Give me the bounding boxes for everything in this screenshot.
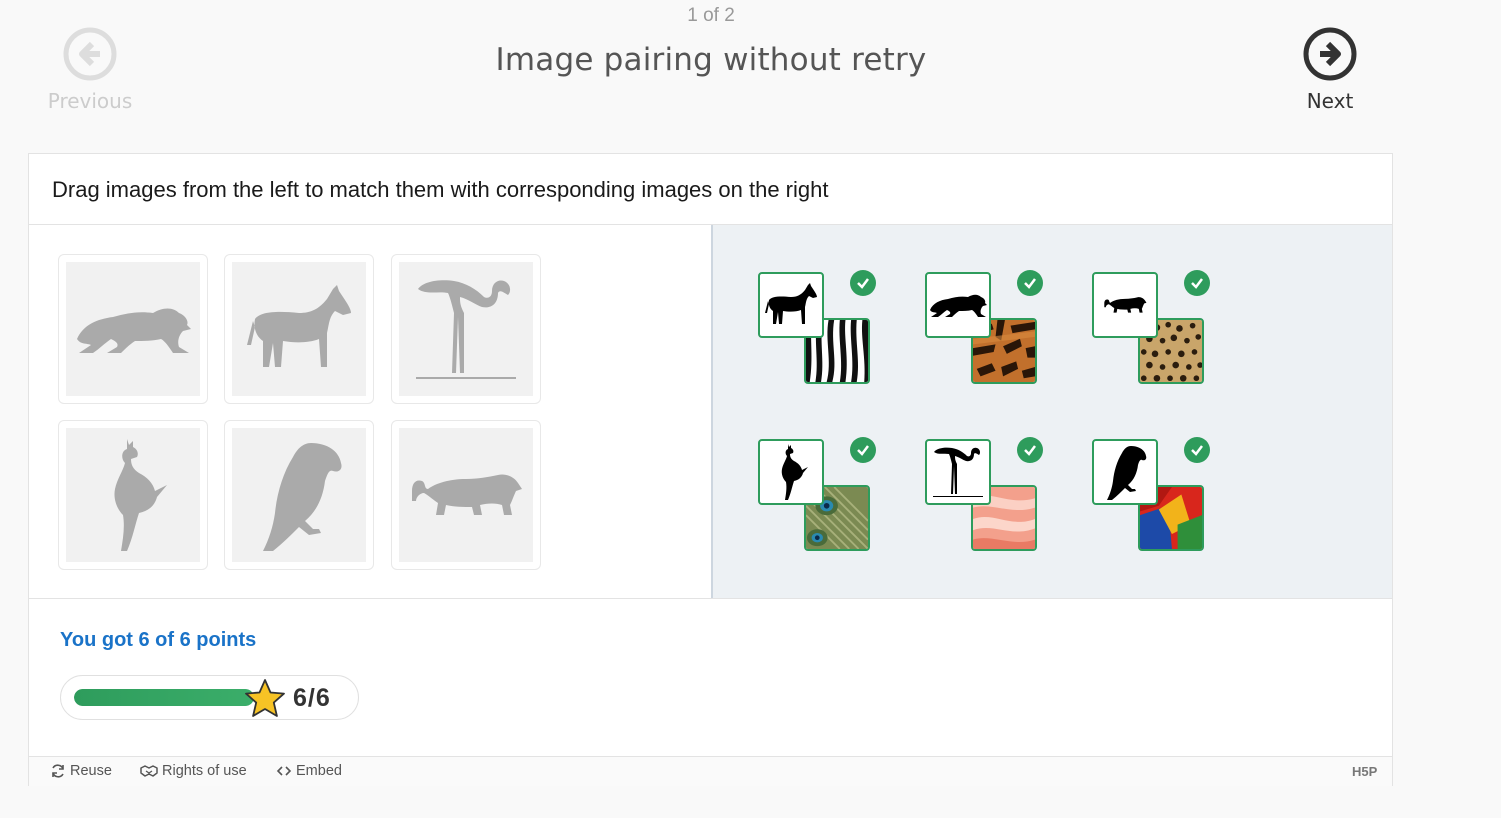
leopard-silhouette-icon (1102, 282, 1148, 328)
flamingo-silhouette-icon (406, 269, 526, 389)
rights-of-use-label: Rights of use (162, 763, 247, 779)
star-icon (245, 679, 285, 717)
check-icon (1184, 437, 1210, 463)
score-bar: 6/6 (60, 675, 359, 720)
score-progress-fill (74, 689, 254, 706)
check-icon (850, 270, 876, 296)
leopard-silhouette-icon (406, 435, 526, 555)
peacock-silhouette-icon (761, 442, 821, 502)
pair-parrot (1092, 437, 1232, 559)
pair-leopard (1092, 270, 1232, 392)
pair-peacock-animal (758, 439, 824, 505)
check-icon (850, 437, 876, 463)
source-card-peacock (58, 420, 208, 570)
reuse-button[interactable]: Reuse (50, 763, 112, 779)
activity-card: Drag images from the left to match them … (28, 153, 1393, 786)
pair-parrot-animal (1092, 439, 1158, 505)
tiger-silhouette-icon (73, 269, 193, 389)
code-icon (276, 766, 292, 776)
next-button[interactable]: Next (1280, 26, 1380, 113)
page-title: Image pairing without retry (495, 42, 927, 78)
target-pairs-pane (713, 225, 1392, 598)
score-feedback: You got 6 of 6 points (60, 629, 257, 651)
source-card-parrot (224, 420, 374, 570)
pair-flamingo (925, 437, 1065, 559)
refresh-icon (52, 764, 64, 778)
content-footer: Reuse Rights of use Embed H5P (29, 756, 1392, 786)
pair-tiger-animal (925, 272, 991, 338)
h5p-logo: H5P (1352, 764, 1378, 779)
parrot-silhouette-icon (239, 435, 359, 555)
image-pairing-game (29, 225, 1392, 599)
top-navigation: 1 of 2 Previous Image pairing without re… (0, 0, 1501, 150)
pair-tiger (925, 270, 1065, 392)
pair-leopard-animal (1092, 272, 1158, 338)
embed-button[interactable]: Embed (276, 763, 342, 779)
source-card-leopard (391, 420, 541, 570)
tiger-silhouette-icon (928, 275, 988, 335)
page-counter: 1 of 2 (687, 5, 735, 26)
peacock-silhouette-icon (73, 435, 193, 555)
source-cards-pane (29, 225, 712, 598)
check-icon (1017, 437, 1043, 463)
check-icon (1017, 270, 1043, 296)
previous-label: Previous (47, 89, 133, 113)
pair-zebra (758, 270, 898, 392)
handshake-icon (140, 765, 158, 777)
check-icon (1184, 270, 1210, 296)
pair-flamingo-animal (925, 439, 991, 505)
source-card-tiger (58, 254, 208, 404)
next-label: Next (1306, 89, 1354, 113)
zebra-silhouette-icon (239, 269, 359, 389)
embed-label: Embed (296, 763, 342, 779)
source-card-zebra (224, 254, 374, 404)
source-card-flamingo (391, 254, 541, 404)
pair-peacock (758, 437, 898, 559)
score-progress-track (74, 689, 254, 706)
zebra-silhouette-icon (761, 275, 821, 335)
reuse-label: Reuse (70, 763, 112, 779)
rights-of-use-button[interactable]: Rights of use (140, 763, 247, 779)
arrow-right-circle-icon (1303, 27, 1357, 81)
score-text: 6/6 (293, 684, 331, 712)
parrot-silhouette-icon (1095, 442, 1155, 502)
pair-zebra-animal (758, 272, 824, 338)
flamingo-silhouette-icon (928, 442, 988, 502)
task-instruction: Drag images from the left to match them … (29, 154, 1392, 225)
